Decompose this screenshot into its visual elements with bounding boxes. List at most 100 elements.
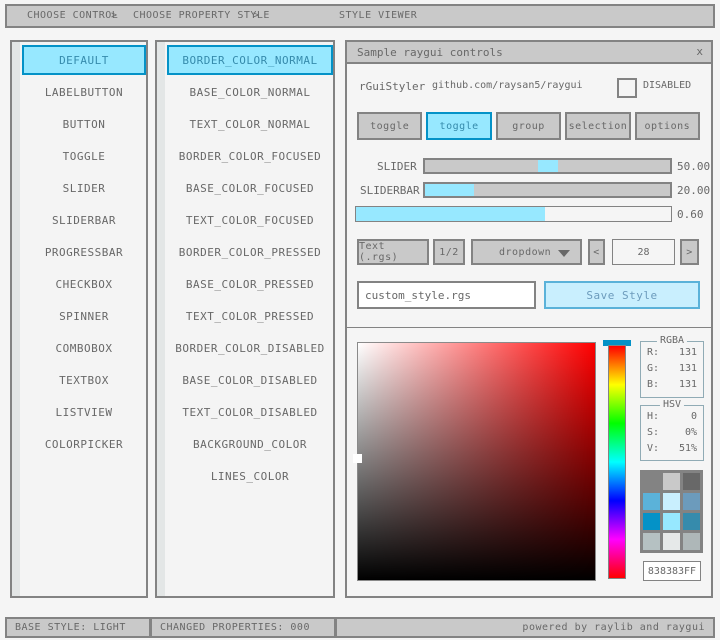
hsv-rows: H:0S:0%V:51% [641,411,703,454]
hue-bar[interactable] [608,345,626,579]
list-item-toggle[interactable]: TOGGLE [22,141,146,171]
color-swatch[interactable] [683,493,700,510]
value-row: B:131 [641,379,703,390]
chevron-down-icon [558,250,570,257]
spinner-next-button[interactable]: > [680,239,699,265]
list-item-checkbox[interactable]: CHECKBOX [22,269,146,299]
list-item-lines_color[interactable]: LINES_COLOR [167,461,333,491]
window-titlebar[interactable]: Sample raygui controls x [347,42,711,64]
text-rgs-button[interactable]: Text (.rgs) [357,239,429,265]
list-item-text_color_focused[interactable]: TEXT_COLOR_FOCUSED [167,205,333,235]
hex-value-box[interactable]: 838383FF [643,561,701,581]
list-item-border_color_focused[interactable]: BORDER_COLOR_FOCUSED [167,141,333,171]
app-name-label: rGuiStyler [359,80,425,93]
color-swatch[interactable] [643,473,660,490]
sv-cursor[interactable] [353,454,362,463]
list-item-border_color_normal[interactable]: BORDER_COLOR_NORMAL [167,45,333,75]
color-swatch[interactable] [663,513,680,530]
controls-list-panel: DEFAULTLABELBUTTONBUTTONTOGGLESLIDERSLID… [10,40,148,598]
list-item-listview[interactable]: LISTVIEW [22,397,146,427]
sample-controls-window: Sample raygui controls x rGuiStyler gith… [345,40,713,598]
hsv-groupbox: HSV H:0S:0%V:51% [640,405,704,461]
toggle-group: toggletogglegroupselectionoptions [357,112,700,140]
color-swatch[interactable] [643,533,660,550]
save-style-button[interactable]: Save Style [544,281,700,309]
list-item-text_color_disabled[interactable]: TEXT_COLOR_DISABLED [167,397,333,427]
properties-list-panel: BORDER_COLOR_NORMALBASE_COLOR_NORMALTEXT… [155,40,335,598]
list-item-default[interactable]: DEFAULT [22,45,146,75]
spinner-prev-button[interactable]: < [588,239,605,265]
list-item-combobox[interactable]: COMBOBOX [22,333,146,363]
filename-input[interactable] [357,281,536,309]
toggle-button-2[interactable]: group [496,112,561,140]
progressbar-track [355,206,672,222]
slider-handle[interactable] [538,160,558,172]
value-row: R:131 [641,347,703,358]
list-item-background_color[interactable]: BACKGROUND_COLOR [167,429,333,459]
list-item-text_color_pressed[interactable]: TEXT_COLOR_PRESSED [167,301,333,331]
toggle-button-0[interactable]: toggle [357,112,422,140]
color-swatch[interactable] [683,533,700,550]
sliderbar-fill [425,184,474,196]
list-item-slider[interactable]: SLIDER [22,173,146,203]
sliderbar-track[interactable] [423,182,672,198]
step-choose-control: CHOOSE CONTROL [27,10,118,21]
progressbar-fill [356,207,545,221]
slider-value: 50.00 [677,160,710,173]
color-swatch[interactable] [663,533,680,550]
slider-track[interactable] [423,158,672,174]
list-item-colorpicker[interactable]: COLORPICKER [22,429,146,459]
disabled-checkbox[interactable] [617,78,637,98]
value-row: S:0% [641,427,703,438]
properties-scrollbar[interactable] [157,42,165,596]
list-item-base_color_disabled[interactable]: BASE_COLOR_DISABLED [167,365,333,395]
list-item-text_color_normal[interactable]: TEXT_COLOR_NORMAL [167,109,333,139]
half-button[interactable]: 1/2 [433,239,465,265]
repo-link[interactable]: github.com/raysan5/raygui [432,80,583,91]
arrow-icon: > [253,10,260,21]
list-item-labelbutton[interactable]: LABELBUTTON [22,77,146,107]
color-swatch[interactable] [663,493,680,510]
list-item-border_color_pressed[interactable]: BORDER_COLOR_PRESSED [167,237,333,267]
toggle-button-1[interactable]: toggle [426,112,491,140]
color-swatch[interactable] [683,513,700,530]
dropdown-box[interactable]: dropdown [471,239,582,265]
slider-label: SLIDER [377,160,417,173]
step-choose-property: CHOOSE PROPERTY STYLE [133,10,270,21]
section-divider [347,327,711,328]
list-item-base_color_normal[interactable]: BASE_COLOR_NORMAL [167,77,333,107]
rguistyler-app: CHOOSE CONTROL > CHOOSE PROPERTY STYLE >… [0,0,720,640]
color-picker-area[interactable] [357,342,596,581]
swatch-grid [640,470,703,553]
controls-list: DEFAULTLABELBUTTONBUTTONTOGGLESLIDERSLID… [22,45,146,461]
color-swatch[interactable] [663,473,680,490]
properties-list: BORDER_COLOR_NORMALBASE_COLOR_NORMALTEXT… [167,45,333,493]
step-style-viewer: STYLE VIEWER [339,10,417,21]
color-swatch[interactable] [643,493,660,510]
dropdown-label: dropdown [499,247,551,258]
list-item-base_color_pressed[interactable]: BASE_COLOR_PRESSED [167,269,333,299]
toggle-button-3[interactable]: selection [565,112,630,140]
status-powered-by: powered by raylib and raygui [335,617,715,638]
toggle-button-4[interactable]: options [635,112,700,140]
controls-scrollbar[interactable] [12,42,20,596]
color-swatch[interactable] [683,473,700,490]
sliderbar-value: 20.00 [677,184,710,197]
list-item-textbox[interactable]: TEXTBOX [22,365,146,395]
top-step-bar: CHOOSE CONTROL > CHOOSE PROPERTY STYLE >… [5,4,715,28]
list-item-sliderbar[interactable]: SLIDERBAR [22,205,146,235]
close-icon[interactable]: x [696,45,703,58]
list-item-spinner[interactable]: SPINNER [22,301,146,331]
window-title: Sample raygui controls [357,46,503,59]
status-changed-properties: CHANGED PROPERTIES: 000 [150,617,336,638]
list-item-base_color_focused[interactable]: BASE_COLOR_FOCUSED [167,173,333,203]
list-item-progressbar[interactable]: PROGRESSBAR [22,237,146,267]
hsv-title: HSV [660,399,684,410]
list-item-border_color_disabled[interactable]: BORDER_COLOR_DISABLED [167,333,333,363]
status-base-style: BASE STYLE: LIGHT [5,617,151,638]
color-swatch[interactable] [643,513,660,530]
spinner-value[interactable]: 28 [612,239,675,265]
list-item-button[interactable]: BUTTON [22,109,146,139]
arrow-icon: > [111,10,118,21]
disabled-checkbox-label: DISABLED [643,80,691,91]
